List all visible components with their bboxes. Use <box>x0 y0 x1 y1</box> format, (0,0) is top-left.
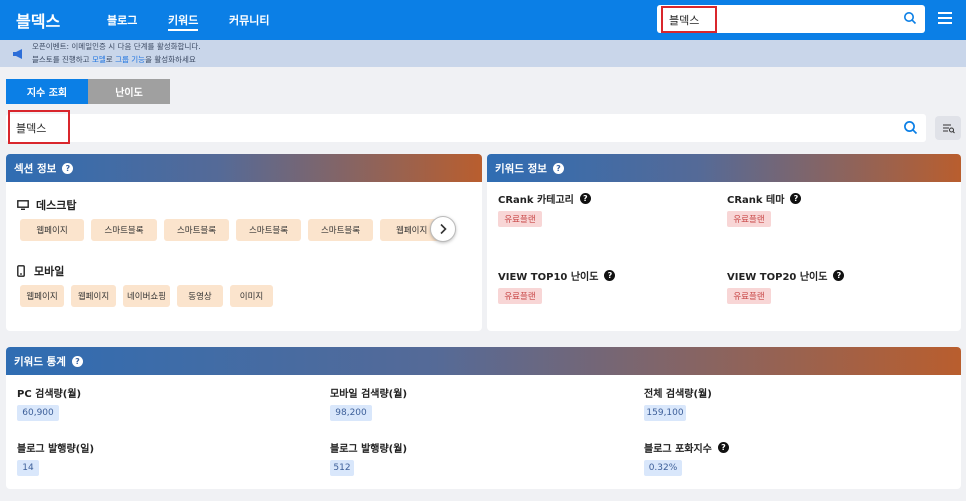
view-top10-value: 유료플랜 <box>498 288 542 304</box>
help-icon[interactable]: ? <box>71 355 83 367</box>
section-info-header: 섹션 정보 ? <box>6 154 482 182</box>
help-icon[interactable]: ? <box>717 442 729 453</box>
mobile-search-volume-value: 98,200 <box>330 405 372 421</box>
tab-index-lookup[interactable]: 지수 조회 <box>6 79 88 104</box>
keyword-info-card: 키워드 정보 ? <box>487 154 961 331</box>
desktop-chip: 스마트블록 <box>91 219 157 241</box>
main-search-box: 블덱스 <box>6 110 926 144</box>
help-icon[interactable]: ? <box>552 162 564 174</box>
keyword-stats-title: 키워드 통계 <box>14 355 66 368</box>
section-info-title: 섹션 정보 <box>14 162 57 175</box>
mobile-chip: 웹페이지 <box>20 285 64 307</box>
top-search-input[interactable]: 블덱스 <box>661 6 717 33</box>
view-top20-value: 유료플랜 <box>727 288 771 304</box>
keyword-stats-header: 키워드 통계 ? <box>6 347 961 375</box>
desktop-chip: 웹페이지 <box>20 219 84 241</box>
chevron-right-icon <box>440 223 447 235</box>
megaphone-icon <box>13 49 22 59</box>
desktop-chip: 스마트블록 <box>236 219 301 241</box>
blog-daily-posts-value: 14 <box>17 460 39 476</box>
mobile-chip: 웹페이지 <box>71 285 116 307</box>
mobile-chip: 이미지 <box>230 285 273 307</box>
blog-saturation-value: 0.32% <box>644 460 682 476</box>
top-search-box: 블덱스 <box>657 5 925 33</box>
nav-link-blog[interactable]: 블로그 <box>107 12 137 28</box>
help-icon[interactable]: ? <box>62 162 74 174</box>
total-search-volume-label: 전체 검색량(월) <box>644 389 712 400</box>
mobile-label: 모바일 <box>17 263 64 279</box>
filter-button[interactable] <box>935 116 961 140</box>
nav-link-keyword[interactable]: 키워드 <box>168 12 199 31</box>
help-icon[interactable]: ? <box>604 270 616 281</box>
pc-search-volume-value: 60,900 <box>17 405 59 421</box>
mobile-chip: 네이버쇼핑 <box>123 285 170 307</box>
crank-theme-label: CRank 테마? <box>727 191 802 206</box>
help-icon[interactable]: ? <box>579 193 591 204</box>
notice-bar: 오픈이벤트: 이메일인증 시 다음 단계를 활성화합니다. 블스토를 진행하고 … <box>0 40 966 67</box>
pc-search-volume-label: PC 검색량(월) <box>17 389 82 400</box>
mobile-icon <box>17 265 25 277</box>
tab-difficulty[interactable]: 난이도 <box>88 79 170 104</box>
notice-line-2: 블스토를 진행하고 모델로 그룹 기능을 활성화하세요 <box>32 55 196 64</box>
main-search-input[interactable]: 블덱스 <box>8 110 70 144</box>
desktop-chip: 스마트블록 <box>308 219 373 241</box>
logo[interactable]: 블덱스 <box>16 8 60 32</box>
desktop-icon <box>17 200 29 210</box>
desktop-label: 데스크탑 <box>17 197 76 213</box>
blog-monthly-posts-value: 512 <box>330 460 354 476</box>
desktop-chip: 스마트블록 <box>164 219 229 241</box>
total-search-volume-value: 159,100 <box>644 405 686 421</box>
crank-category-value: 유료플랜 <box>498 211 542 227</box>
search-icon[interactable] <box>903 120 918 135</box>
scroll-right-button[interactable] <box>430 216 456 242</box>
view-top10-label: VIEW TOP10 난이도? <box>498 268 616 283</box>
keyword-info-title: 키워드 정보 <box>495 162 547 175</box>
nav-link-community[interactable]: 커뮤니티 <box>229 12 269 28</box>
keyword-stats-card: 키워드 통계 ? <box>6 347 961 489</box>
help-icon[interactable]: ? <box>790 193 802 204</box>
search-icon[interactable] <box>903 11 917 25</box>
blog-daily-posts-label: 블로그 발행량(일) <box>17 444 95 455</box>
top-navigation: 블덱스 블로그 키워드 커뮤니티 블덱스 <box>0 0 966 40</box>
mobile-chip: 동영상 <box>177 285 223 307</box>
view-top20-label: VIEW TOP20 난이도? <box>727 268 845 283</box>
menu-icon[interactable] <box>938 12 952 26</box>
crank-category-label: CRank 카테고리? <box>498 191 591 206</box>
notice-line-1: 오픈이벤트: 이메일인증 시 다음 단계를 활성화합니다. <box>32 42 201 51</box>
mobile-search-volume-label: 모바일 검색량(월) <box>330 389 408 400</box>
blog-monthly-posts-label: 블로그 발행량(월) <box>330 444 408 455</box>
filter-icon <box>943 124 955 134</box>
blog-saturation-label: 블로그 포화지수? <box>644 440 729 455</box>
help-icon[interactable]: ? <box>833 270 845 281</box>
keyword-info-header: 키워드 정보 ? <box>487 154 961 182</box>
crank-theme-value: 유료플랜 <box>727 211 771 227</box>
